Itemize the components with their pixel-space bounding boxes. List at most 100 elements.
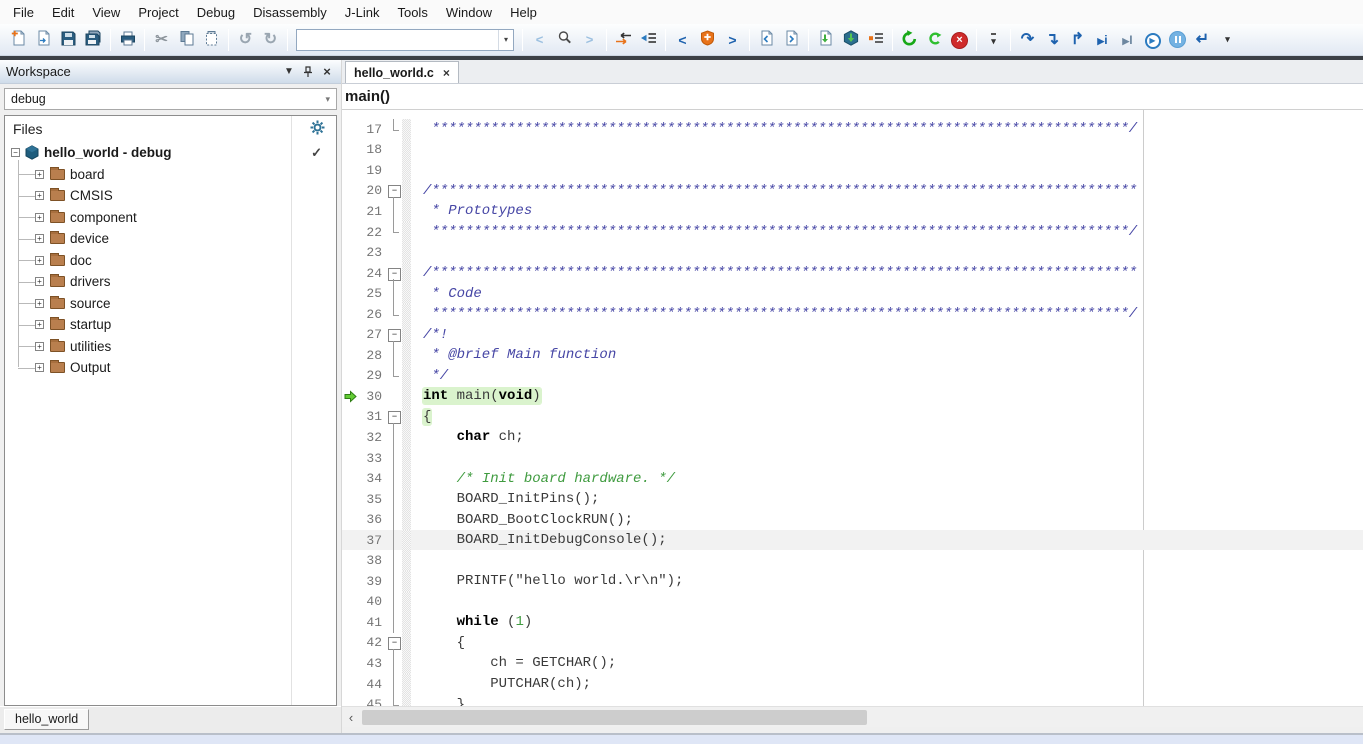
breakpoint-margin[interactable] <box>342 222 358 243</box>
code-line-28[interactable]: 28 * @brief Main function <box>342 345 1363 366</box>
menu-edit[interactable]: Edit <box>43 2 83 23</box>
expand-icon[interactable]: + <box>35 277 44 286</box>
code-line-41[interactable]: 41 while (1) <box>342 612 1363 633</box>
breakpoint-margin[interactable] <box>342 407 358 428</box>
pin-icon[interactable] <box>300 64 316 80</box>
configuration-selector[interactable]: debug ▾ <box>4 88 337 110</box>
breakpoint-margin[interactable] <box>342 468 358 489</box>
code-line-38[interactable]: 38 <box>342 550 1363 571</box>
expand-icon[interactable]: + <box>35 342 44 351</box>
fold-collapse-icon[interactable] <box>385 633 402 654</box>
tree-item-doc[interactable]: +doc <box>5 250 336 272</box>
breakpoint-margin[interactable] <box>342 181 358 202</box>
go-button[interactable]: ▶ <box>1140 27 1165 52</box>
tree-item-source[interactable]: +source <box>5 293 336 315</box>
close-icon[interactable]: × <box>319 64 335 80</box>
code-line-45[interactable]: 45 } <box>342 694 1363 706</box>
find-previous-button[interactable]: < <box>527 27 552 52</box>
navigate-previous-button[interactable]: < <box>670 27 695 52</box>
code-line-26[interactable]: 26 *************************************… <box>342 304 1363 325</box>
expand-icon[interactable]: + <box>35 320 44 329</box>
breakpoint-margin[interactable] <box>342 119 358 140</box>
workspace-menu-dropdown-icon[interactable]: ▼ <box>281 64 297 80</box>
breakpoint-margin[interactable] <box>342 304 358 325</box>
code-line-31[interactable]: 31{ <box>342 407 1363 428</box>
find-input[interactable] <box>297 31 498 49</box>
call-stack-button[interactable] <box>863 27 888 52</box>
code-editor[interactable]: 17 *************************************… <box>342 110 1363 706</box>
breakpoint-margin[interactable] <box>342 674 358 695</box>
tree-item-project-root[interactable]: −hello_world - debug✓ <box>5 142 336 164</box>
breakpoint-margin[interactable] <box>342 160 358 181</box>
code-line-21[interactable]: 21 * Prototypes <box>342 201 1363 222</box>
breakpoint-margin[interactable] <box>342 201 358 222</box>
make-button[interactable] <box>813 27 838 52</box>
fold-collapse-icon[interactable] <box>385 263 402 284</box>
breakpoint-margin[interactable] <box>342 550 358 571</box>
breakpoint-margin[interactable] <box>342 592 358 613</box>
breakpoint-margin[interactable] <box>342 509 358 530</box>
find-button[interactable] <box>552 27 577 52</box>
code-line-22[interactable]: 22 *************************************… <box>342 222 1363 243</box>
code-line-23[interactable]: 23 <box>342 242 1363 263</box>
print-button[interactable] <box>115 27 140 52</box>
code-line-27[interactable]: 27/*! <box>342 324 1363 345</box>
tree-item-board[interactable]: +board <box>5 164 336 186</box>
expand-icon[interactable]: + <box>35 256 44 265</box>
cut-button[interactable]: ✂ <box>149 27 174 52</box>
code-line-18[interactable]: 18 <box>342 140 1363 161</box>
breakpoint-margin[interactable] <box>342 345 358 366</box>
collapse-icon[interactable]: − <box>11 148 20 157</box>
scrollbar-thumb[interactable] <box>362 710 867 725</box>
code-line-44[interactable]: 44 PUTCHAR(ch); <box>342 674 1363 695</box>
tree-item-component[interactable]: +component <box>5 207 336 229</box>
menu-disassembly[interactable]: Disassembly <box>244 2 336 23</box>
tree-item-drivers[interactable]: +drivers <box>5 271 336 293</box>
tree-item-cmsis[interactable]: +CMSIS <box>5 185 336 207</box>
location-back-button[interactable] <box>754 27 779 52</box>
code-line-29[interactable]: 29 */ <box>342 366 1363 387</box>
find-combo-dropdown-icon[interactable]: ▾ <box>498 30 513 50</box>
tree-item-startup[interactable]: +startup <box>5 314 336 336</box>
fold-collapse-icon[interactable] <box>385 324 402 345</box>
breakpoint-margin[interactable] <box>342 653 358 674</box>
step-out-button[interactable]: ↱ <box>1065 27 1090 52</box>
fold-collapse-icon[interactable] <box>385 407 402 428</box>
navigate-next-button[interactable]: > <box>720 27 745 52</box>
code-line-43[interactable]: 43 ch = GETCHAR(); <box>342 653 1363 674</box>
breakpoint-margin[interactable] <box>342 366 358 387</box>
horizontal-scrollbar[interactable]: ‹ <box>342 706 1363 727</box>
menu-tools[interactable]: Tools <box>388 2 436 23</box>
breakpoint-margin[interactable] <box>342 283 358 304</box>
save-button[interactable] <box>56 27 81 52</box>
tree-item-device[interactable]: +device <box>5 228 336 250</box>
paste-button[interactable] <box>199 27 224 52</box>
redo-button[interactable]: ↻ <box>258 27 283 52</box>
tree-item-output[interactable]: +Output <box>5 357 336 379</box>
code-line-24[interactable]: 24/*************************************… <box>342 263 1363 284</box>
breakpoint-margin[interactable] <box>342 633 358 654</box>
reload-button[interactable] <box>922 27 947 52</box>
toggle-breakpoint-button[interactable] <box>695 27 720 52</box>
gear-icon[interactable] <box>310 120 325 138</box>
scroll-left-arrow-icon[interactable]: ‹ <box>342 707 360 727</box>
debug-options-button[interactable]: ▾ <box>1215 27 1240 52</box>
function-list-button[interactable] <box>636 27 661 52</box>
code-line-39[interactable]: 39 PRINTF("hello world.\r\n"); <box>342 571 1363 592</box>
code-line-35[interactable]: 35 BOARD_InitPins(); <box>342 489 1363 510</box>
find-next-button[interactable]: > <box>577 27 602 52</box>
function-selector-bar[interactable]: main() <box>342 84 1363 110</box>
open-document-button[interactable] <box>31 27 56 52</box>
menu-window[interactable]: Window <box>437 2 501 23</box>
breakpoint-margin[interactable] <box>342 324 358 345</box>
toggle-source-disassembly-button[interactable] <box>611 27 636 52</box>
undo-button[interactable]: ↺ <box>233 27 258 52</box>
breakpoint-margin[interactable] <box>342 448 358 469</box>
toolbar-overflow-button[interactable]: ▾ <box>981 27 1006 52</box>
reset-button[interactable] <box>897 27 922 52</box>
code-line-36[interactable]: 36 BOARD_BootClockRUN(); <box>342 509 1363 530</box>
breakpoint-margin[interactable] <box>342 140 358 161</box>
breakpoint-margin[interactable] <box>342 530 358 551</box>
expand-icon[interactable]: + <box>35 234 44 243</box>
expand-icon[interactable]: + <box>35 191 44 200</box>
